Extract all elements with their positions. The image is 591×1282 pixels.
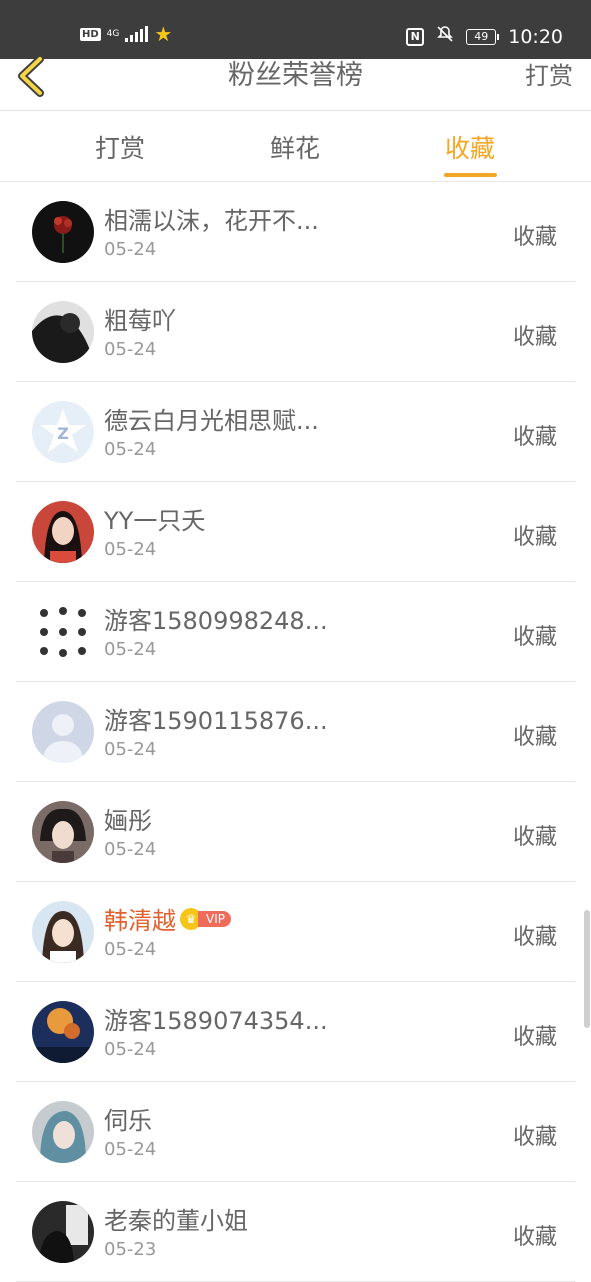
vip-badge: ♛ VIP: [180, 908, 231, 930]
tab-favorites[interactable]: 收藏: [445, 129, 495, 165]
nfc-icon: N: [406, 27, 425, 46]
user-name: 粗莓吖: [104, 307, 176, 335]
signal-icon: [125, 26, 149, 42]
network-type: 4G: [106, 28, 120, 39]
list-date: 05-24: [104, 539, 157, 560]
avatar: [32, 601, 94, 663]
fan-list: 相濡以沫，花开不... 05-24 收藏 粗莓吖 05-24 收藏 Z 德云白月…: [0, 182, 591, 1282]
mute-icon: [436, 25, 454, 48]
active-tab-indicator: [444, 173, 497, 177]
back-button[interactable]: [14, 53, 54, 99]
avatar: [32, 301, 94, 363]
user-name: YY一只夭: [104, 507, 206, 535]
list-date: 05-24: [104, 839, 157, 860]
list-item[interactable]: 伺乐 05-24 收藏: [16, 1082, 575, 1182]
avatar: [32, 1101, 94, 1163]
list-item[interactable]: 游客1589074354... 05-24 收藏: [16, 982, 575, 1082]
avatar: [32, 1001, 94, 1063]
user-name: 相濡以沫，花开不...: [104, 207, 319, 235]
list-action: 收藏: [512, 425, 557, 450]
list-date: 05-24: [104, 239, 157, 260]
tab-reward[interactable]: 打赏: [95, 129, 145, 165]
avatar: [32, 801, 94, 863]
status-right: N 49 10:20: [406, 25, 563, 48]
list-date: 05-23: [104, 1239, 157, 1260]
reward-button[interactable]: 打赏: [525, 59, 573, 93]
list-date: 05-24: [104, 1139, 157, 1160]
battery-icon: 49: [466, 28, 500, 45]
user-name: 游客1580998248...: [104, 607, 328, 635]
list-date: 05-24: [104, 339, 157, 360]
list-action: 收藏: [512, 825, 557, 850]
header-bar: 粉丝荣誉榜 打赏: [0, 55, 591, 111]
star-icon: ★: [154, 22, 173, 46]
avatar: [32, 501, 94, 563]
avatar: [32, 1201, 94, 1263]
user-name: 伺乐: [104, 1107, 152, 1135]
list-action: 收藏: [512, 1225, 557, 1250]
tab-flowers[interactable]: 鲜花: [270, 129, 320, 165]
user-name-text: 韩清越: [104, 907, 176, 935]
list-action: 收藏: [512, 725, 557, 750]
vip-tag: VIP: [198, 911, 231, 927]
list-item[interactable]: 游客1580998248... 05-24 收藏: [16, 582, 575, 682]
list-date: 05-24: [104, 439, 157, 460]
list-date: 05-24: [104, 1039, 157, 1060]
user-name: 德云白月光相思赋...: [104, 407, 319, 435]
list-item[interactable]: 相濡以沫，花开不... 05-24 收藏: [16, 182, 575, 282]
list-action: 收藏: [512, 325, 557, 350]
list-action: 收藏: [512, 525, 557, 550]
avatar: [32, 701, 94, 763]
user-name: 婳彤: [104, 807, 152, 835]
list-action: 收藏: [512, 625, 557, 650]
clock: 10:20: [508, 25, 563, 48]
status-left: HD 4G ★: [80, 22, 173, 46]
chevron-left-icon: [18, 55, 44, 97]
avatar: [32, 201, 94, 263]
list-item[interactable]: 游客1590115876... 05-24 收藏: [16, 682, 575, 782]
list-action: 收藏: [512, 1125, 557, 1150]
list-item[interactable]: 老秦的董小姐 05-23 收藏: [16, 1182, 575, 1282]
user-name: 游客1590115876...: [104, 707, 328, 735]
page-title: 粉丝荣誉榜: [228, 60, 363, 91]
list-date: 05-24: [104, 639, 157, 660]
hd-indicator: HD: [80, 27, 101, 41]
status-bar: HD 4G ★ N 49 10:20: [0, 0, 591, 59]
avatar: Z: [32, 401, 94, 463]
list-item[interactable]: 婳彤 05-24 收藏: [16, 782, 575, 882]
list-date: 05-24: [104, 739, 157, 760]
list-action: 收藏: [512, 925, 557, 950]
user-name: 老秦的董小姐: [104, 1207, 248, 1235]
tab-bar: 打赏 鲜花 收藏: [0, 111, 591, 182]
user-name: 韩清越 ♛ VIP: [104, 901, 231, 936]
user-name: 游客1589074354...: [104, 1007, 328, 1035]
list-item[interactable]: Z 德云白月光相思赋... 05-24 收藏: [16, 382, 575, 482]
list-action: 收藏: [512, 1025, 557, 1050]
svg-text:Z: Z: [57, 424, 69, 443]
list-action: 收藏: [512, 225, 557, 250]
list-date: 05-24: [104, 939, 157, 960]
list-item[interactable]: 粗莓吖 05-24 收藏: [16, 282, 575, 382]
list-item[interactable]: 韩清越 ♛ VIP 05-24 收藏: [16, 882, 575, 982]
scrollbar[interactable]: [584, 910, 590, 1028]
avatar: [32, 901, 94, 963]
list-item[interactable]: YY一只夭 05-24 收藏: [16, 482, 575, 582]
